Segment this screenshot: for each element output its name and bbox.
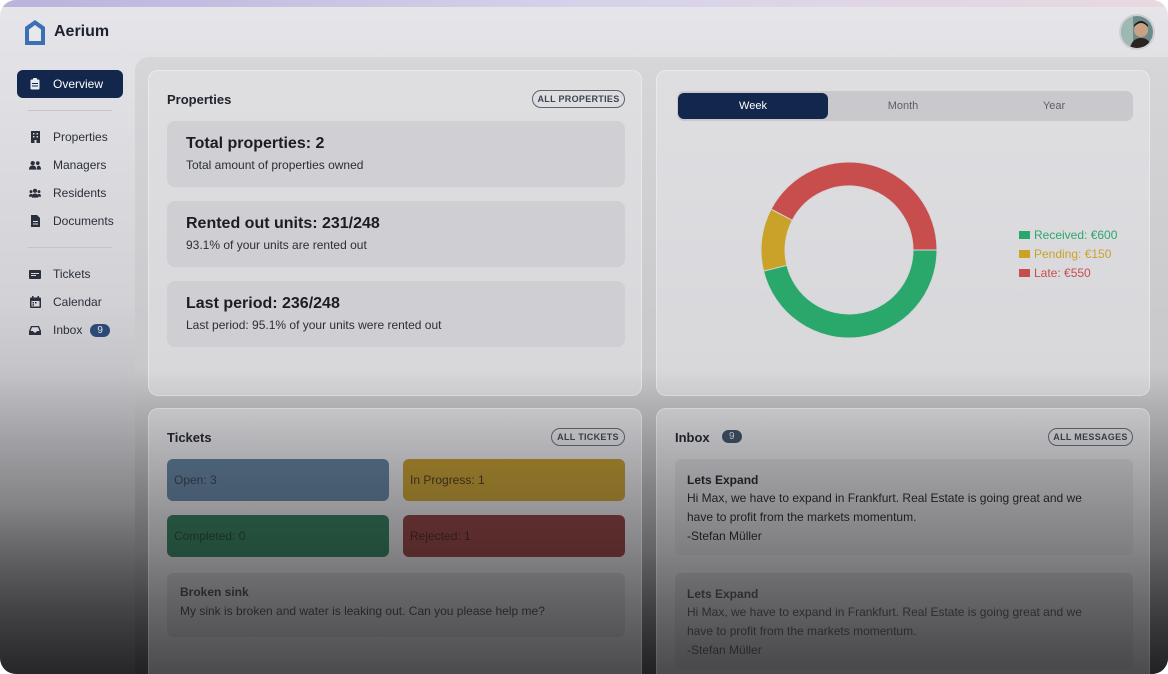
sidebar-item-tickets[interactable]: Tickets [17,260,123,288]
properties-title: Properties [167,92,232,107]
chart-legend: Received: €600 Pending: €150 Late: €550 [1019,225,1117,282]
message-subject: Lets Expand [687,473,759,487]
all-tickets-button[interactable]: ALL TICKETS [551,428,625,446]
donut-slice-late[interactable] [770,161,938,251]
sidebar-item-label: Tickets [53,267,91,281]
sidebar-divider [28,110,112,111]
legend-swatch [1019,268,1030,277]
inbox-title: Inbox [675,430,710,445]
sidebar-item-label: Calendar [53,295,102,309]
legend-item-pending: Pending: €150 [1019,244,1117,263]
sidebar-item-label: Inbox [53,323,83,337]
stat-caption: 93.1% of your units are rented out [186,238,367,252]
tab-year[interactable]: Year [979,93,1129,119]
tickets-open-tile[interactable]: Open: 3 [167,459,389,501]
main-content: Properties ALL PROPERTIES Total properti… [135,57,1168,674]
donut-slice-pending[interactable] [760,208,794,272]
inbox-icon [29,324,41,336]
ticket-icon [29,268,41,280]
sidebar-item-calendar[interactable]: Calendar [17,288,123,316]
sidebar-item-managers[interactable]: Managers [17,151,123,179]
tickets-title: Tickets [167,430,212,445]
message-line: have to profit from the markets momentum… [687,624,917,638]
user-avatar[interactable] [1119,14,1155,50]
tickets-completed-tile[interactable]: Completed: 0 [167,515,389,557]
sidebar-item-inbox[interactable]: Inbox 9 [17,316,123,344]
building-icon [29,131,41,143]
stat-value: Rented out units: 231/248 [186,215,380,232]
sidebar-item-label: Properties [53,130,108,144]
legend-label: Pending: €150 [1034,246,1112,261]
payments-donut-chart [760,161,938,339]
properties-card: Properties ALL PROPERTIES Total properti… [148,70,642,396]
message-subject: Lets Expand [687,587,759,601]
users-icon [29,159,41,171]
inbox-card: Inbox 9 ALL MESSAGES Lets Expand Hi Max,… [656,408,1150,674]
stat-value: Total properties: 2 [186,135,325,152]
calendar-icon [29,296,41,308]
tickets-in-progress-tile[interactable]: In Progress: 1 [403,459,625,501]
donut-slice-received[interactable] [762,249,938,339]
legend-swatch [1019,249,1030,258]
ticket-description: My sink is broken and water is leaking o… [180,604,545,618]
rented-units-stat: Rented out units: 231/248 93.1% of your … [167,201,625,267]
brand-name[interactable]: Aerium [54,23,109,41]
legend-label: Received: €600 [1034,227,1118,242]
aerium-logo-icon[interactable] [24,19,46,47]
message-item[interactable]: Lets Expand Hi Max, we have to expand in… [675,459,1133,555]
legend-item-late: Late: €550 [1019,263,1117,282]
group-icon [29,187,41,199]
message-signature: -Stefan Müller [687,529,762,543]
top-bar: Aerium [0,7,1168,57]
sidebar-item-label: Overview [53,77,104,91]
tab-month[interactable]: Month [828,93,978,119]
legend-label: Late: €550 [1034,265,1091,280]
message-signature: -Stefan Müller [687,643,762,657]
tab-week[interactable]: Week [678,93,828,119]
message-line: Hi Max, we have to expand in Frankfurt. … [687,605,1082,619]
message-line: Hi Max, we have to expand in Frankfurt. … [687,491,1082,505]
stat-caption: Last period: 95.1% of your units were re… [186,318,442,332]
all-properties-button[interactable]: ALL PROPERTIES [532,90,625,108]
message-item[interactable]: Lets Expand Hi Max, we have to expand in… [675,573,1133,669]
inbox-count-badge: 9 [90,323,110,337]
ticket-item[interactable]: Broken sink My sink is broken and water … [167,573,625,637]
legend-item-received: Received: €600 [1019,225,1117,244]
sidebar: Overview Properties Managers Residents D… [0,57,135,674]
total-properties-stat: Total properties: 2 Total amount of prop… [167,121,625,187]
message-line: have to profit from the markets momentum… [687,510,917,524]
document-icon [29,215,41,227]
sidebar-item-label: Managers [53,158,107,172]
clipboard-icon [29,78,41,90]
all-messages-button[interactable]: ALL MESSAGES [1048,428,1133,446]
sidebar-item-documents[interactable]: Documents [17,207,123,235]
stat-value: Last period: 236/248 [186,295,340,312]
stat-caption: Total amount of properties owned [186,158,364,172]
ticket-title: Broken sink [180,585,249,599]
top-accent-bar [0,0,1168,7]
period-tabs: Week Month Year [677,91,1133,121]
sidebar-item-label: Documents [53,214,114,228]
last-period-stat: Last period: 236/248 Last period: 95.1% … [167,281,625,347]
tickets-rejected-tile[interactable]: Rejected: 1 [403,515,625,557]
sidebar-item-residents[interactable]: Residents [17,179,123,207]
sidebar-item-overview[interactable]: Overview [17,70,123,98]
sidebar-item-properties[interactable]: Properties [17,123,123,151]
sidebar-item-label: Residents [53,186,107,200]
tickets-card: Tickets ALL TICKETS Open: 3 In Progress:… [148,408,642,674]
app-window: Aerium Overview Properties Managers Resi… [0,0,1168,674]
payments-card: Week Month Year Received: €600 Pending: … [656,70,1150,396]
inbox-count-badge: 9 [722,430,742,443]
legend-swatch [1019,230,1030,239]
sidebar-divider [28,247,112,248]
